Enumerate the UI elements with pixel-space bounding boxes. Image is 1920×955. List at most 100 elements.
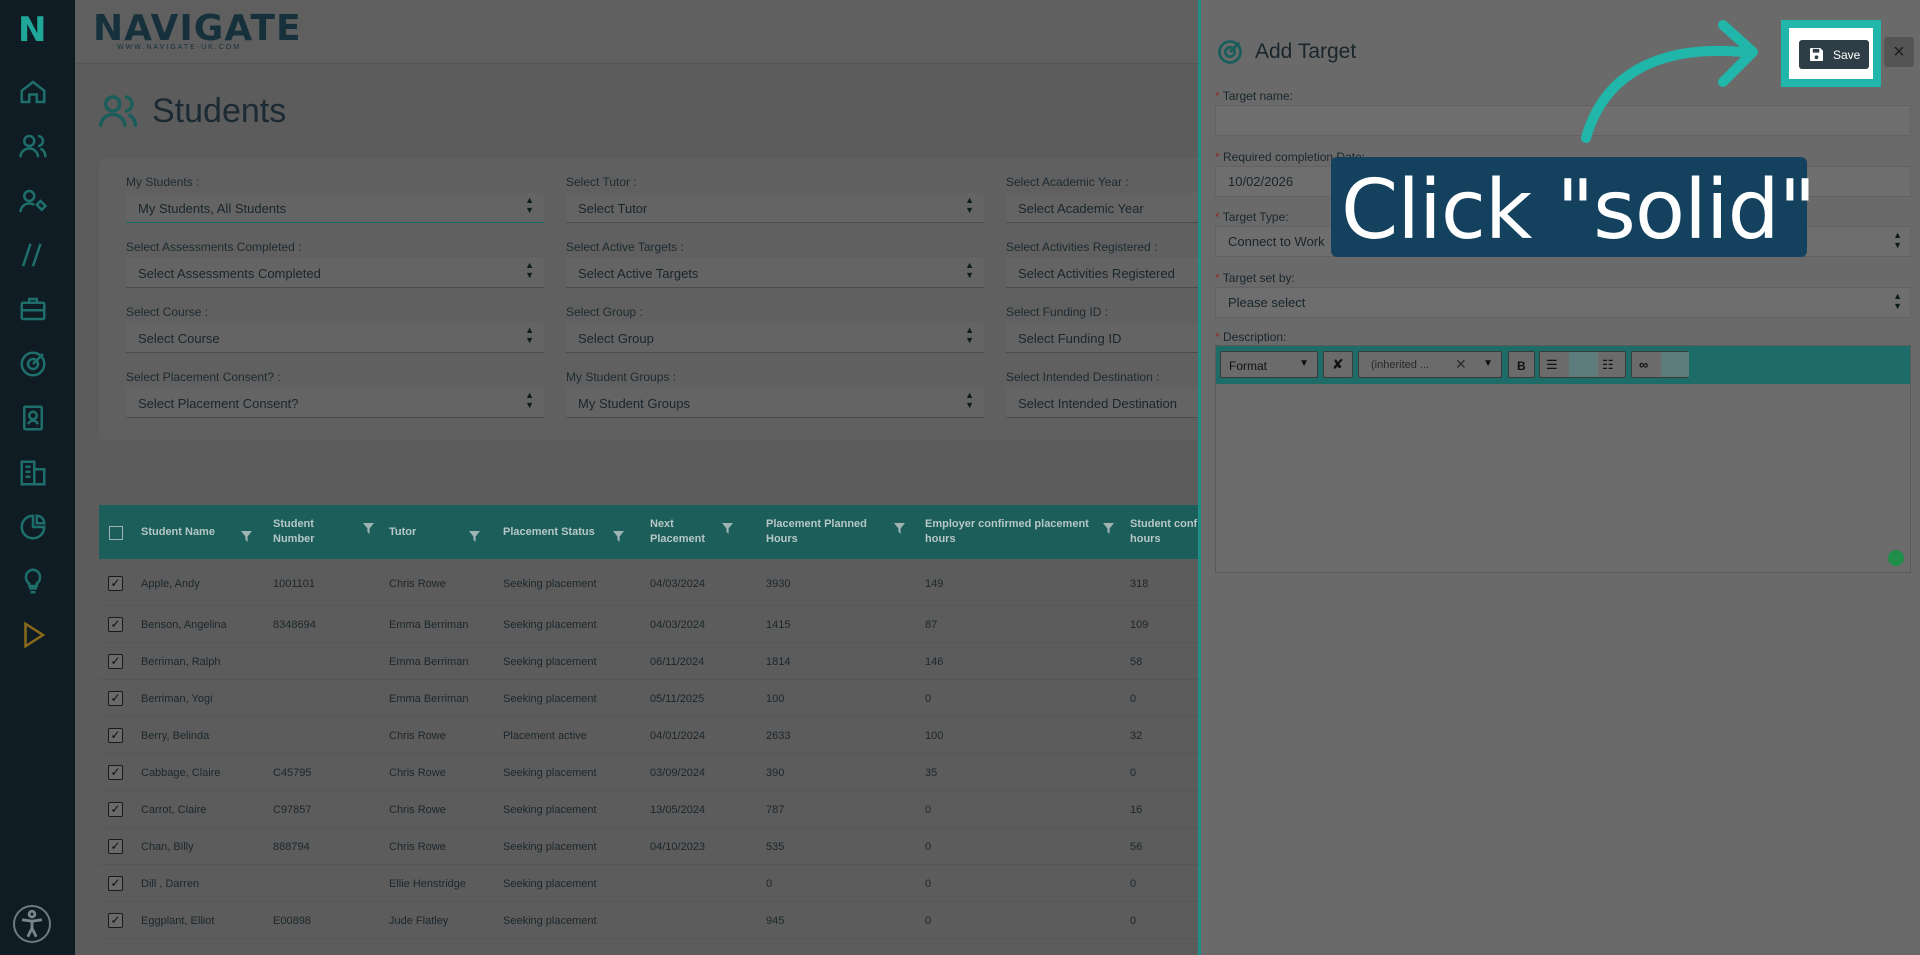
table-row[interactable]: ✓ Berriman, Ralph Emma Berriman Seeking … <box>99 643 1198 680</box>
play-icon[interactable] <box>18 620 48 650</box>
column-header-student-confirmed-hours[interactable]: Student confi... hours <box>1130 517 1198 547</box>
student-name-cell[interactable]: Apple, Andy <box>141 578 200 590</box>
student-name-cell[interactable]: Berriman, Ralph <box>141 656 220 668</box>
bold-button[interactable]: B <box>1508 351 1535 378</box>
activities-select[interactable]: Select Activities Registered <box>1006 258 1198 288</box>
group-select[interactable]: Select Group <box>566 323 984 353</box>
filter-icon[interactable] <box>1103 523 1114 534</box>
organisation-icon[interactable] <box>18 458 48 488</box>
tutor-cell: Chris Rowe <box>389 578 446 590</box>
student-name-cell[interactable]: Berriman, Yogi <box>141 693 213 705</box>
unlink-icon[interactable] <box>1661 352 1689 377</box>
funding-id-select[interactable]: Select Funding ID <box>1006 323 1198 353</box>
row-checkbox[interactable]: ✓ <box>108 617 123 632</box>
bullet-list-icon[interactable]: ☰ <box>1546 357 1558 373</box>
target-icon[interactable] <box>18 349 48 379</box>
my-students-select[interactable]: My Students, All Students <box>126 193 544 223</box>
active-targets-select[interactable]: Select Active Targets <box>566 258 984 288</box>
student-name-cell[interactable]: Berry, Belinda <box>141 730 209 742</box>
student-groups-select[interactable]: My Student Groups <box>566 388 984 418</box>
filter-icon[interactable] <box>469 531 480 542</box>
filter-icon[interactable] <box>363 523 374 534</box>
column-header-next-placement[interactable]: Next Placement <box>650 517 733 547</box>
intended-destination-select[interactable]: Select Intended Destination <box>1006 388 1198 418</box>
student-hours-cell: 58 <box>1130 656 1143 668</box>
column-header-employer-confirmed-hours[interactable]: Employer confirmed placement hours <box>925 517 1114 547</box>
close-button[interactable]: × <box>1884 37 1914 67</box>
format-dropdown[interactable]: Format ▼ <box>1220 351 1318 378</box>
student-name-cell[interactable]: Eggplant, Elliot <box>141 915 214 927</box>
tutor-cell: Jude Flatley <box>389 915 449 927</box>
row-checkbox[interactable]: ✓ <box>108 839 123 854</box>
filter-assessments: Select Assessments Completed : Select As… <box>126 240 544 288</box>
filter-tutor: Select Tutor : Select Tutor <box>566 175 984 223</box>
table-row[interactable]: ✓ Berriman, Yogi Emma Berriman Seeking p… <box>99 680 1198 717</box>
user-tag-icon[interactable] <box>18 186 48 216</box>
row-checkbox[interactable]: ✓ <box>108 728 123 743</box>
student-name-cell[interactable]: Chan, Billy <box>141 841 194 853</box>
filter-icon[interactable] <box>894 523 905 534</box>
slashes-icon[interactable] <box>18 240 48 270</box>
table-row[interactable]: ✓ Dill , Darren Ellie Henstridge Seeking… <box>99 865 1198 902</box>
filter-label: Select Academic Year : <box>1006 175 1129 189</box>
pie-chart-icon[interactable] <box>18 512 48 542</box>
tutor-cell: Chris Rowe <box>389 730 446 742</box>
table-row[interactable]: ✓ Apple, Andy 1001101 Chris Rowe Seeking… <box>99 559 1198 606</box>
student-name-cell[interactable]: Benson, Angelina <box>141 619 227 631</box>
row-checkbox[interactable]: ✓ <box>108 654 123 669</box>
placement-consent-select[interactable]: Select Placement Consent? <box>126 388 544 418</box>
column-header-student-number[interactable]: Student Number <box>273 517 374 547</box>
filter-label: Select Funding ID : <box>1006 305 1109 319</box>
row-checkbox[interactable]: ✓ <box>108 576 123 591</box>
column-header-placement-status[interactable]: Placement Status <box>503 525 624 542</box>
student-number-cell: 888794 <box>273 841 310 853</box>
table-row[interactable]: ✓ Carrot, Claire C97857 Chris Rowe Seeki… <box>99 791 1198 828</box>
planned-hours-cell: 2633 <box>766 730 791 742</box>
target-set-by-select[interactable]: Please select ▲ ▼ <box>1215 287 1911 318</box>
student-name-cell[interactable]: Dill , Darren <box>141 878 199 890</box>
assessments-select[interactable]: Select Assessments Completed <box>126 258 544 288</box>
placement-status-cell: Seeking placement <box>503 656 597 668</box>
indent-icon[interactable]: ☷ <box>1602 357 1614 373</box>
link-icon[interactable]: ∞ <box>1639 357 1648 372</box>
row-checkbox[interactable]: ✓ <box>108 691 123 706</box>
filter-icon[interactable] <box>241 531 252 542</box>
grammar-check-icon[interactable] <box>1888 550 1904 566</box>
table-row[interactable]: ✓ Eggplant, Elliot E00898 Jude Flatley S… <box>99 902 1198 939</box>
student-name-cell[interactable]: Cabbage, Claire <box>141 767 221 779</box>
briefcase-icon[interactable] <box>18 294 48 324</box>
style-dropdown[interactable]: (inherited ... ✕ ▼ <box>1358 351 1502 378</box>
brand-logo[interactable]: NAVIGATE <box>93 8 302 49</box>
users-icon[interactable] <box>18 131 48 161</box>
clear-icon[interactable]: ✕ <box>1455 356 1467 373</box>
row-checkbox[interactable]: ✓ <box>108 802 123 817</box>
student-name-cell[interactable]: Carrot, Claire <box>141 804 206 816</box>
lightbulb-icon[interactable] <box>18 566 48 596</box>
column-header-planned-hours[interactable]: Placement Planned Hours <box>766 517 905 547</box>
pointer-arrow-icon <box>1581 20 1758 143</box>
row-checkbox[interactable]: ✓ <box>108 765 123 780</box>
contacts-icon[interactable] <box>18 403 48 433</box>
row-checkbox[interactable]: ✓ <box>108 876 123 891</box>
table-row[interactable]: ✓ Benson, Angelina 8348694 Emma Berriman… <box>99 606 1198 643</box>
outdent-icon[interactable] <box>1569 352 1598 377</box>
column-header-label: Student confi... hours <box>1130 518 1198 545</box>
remove-format-button[interactable]: ✘ <box>1323 351 1353 378</box>
course-select[interactable]: Select Course <box>126 323 544 353</box>
target-name-input[interactable] <box>1215 105 1911 136</box>
select-all-checkbox[interactable] <box>109 526 123 540</box>
table-row[interactable]: ✓ Berry, Belinda Chris Rowe Placement ac… <box>99 717 1198 754</box>
table-row[interactable]: ✓ Cabbage, Claire C45795 Chris Rowe Seek… <box>99 754 1198 791</box>
tutor-select[interactable]: Select Tutor <box>566 193 984 223</box>
row-checkbox[interactable]: ✓ <box>108 913 123 928</box>
accessibility-icon[interactable] <box>13 905 51 943</box>
table-row[interactable]: ✓ Chan, Billy 888794 Chris Rowe Seeking … <box>99 828 1198 865</box>
filter-icon[interactable] <box>613 531 624 542</box>
app-logo[interactable]: N <box>18 10 46 50</box>
academic-year-select[interactable]: Select Academic Year <box>1006 193 1198 223</box>
filter-icon[interactable] <box>722 523 733 534</box>
column-header-student-name[interactable]: Student Name <box>141 525 252 542</box>
column-header-tutor[interactable]: Tutor <box>389 525 480 542</box>
home-icon[interactable] <box>18 77 48 107</box>
save-button[interactable]: Save <box>1799 40 1869 69</box>
